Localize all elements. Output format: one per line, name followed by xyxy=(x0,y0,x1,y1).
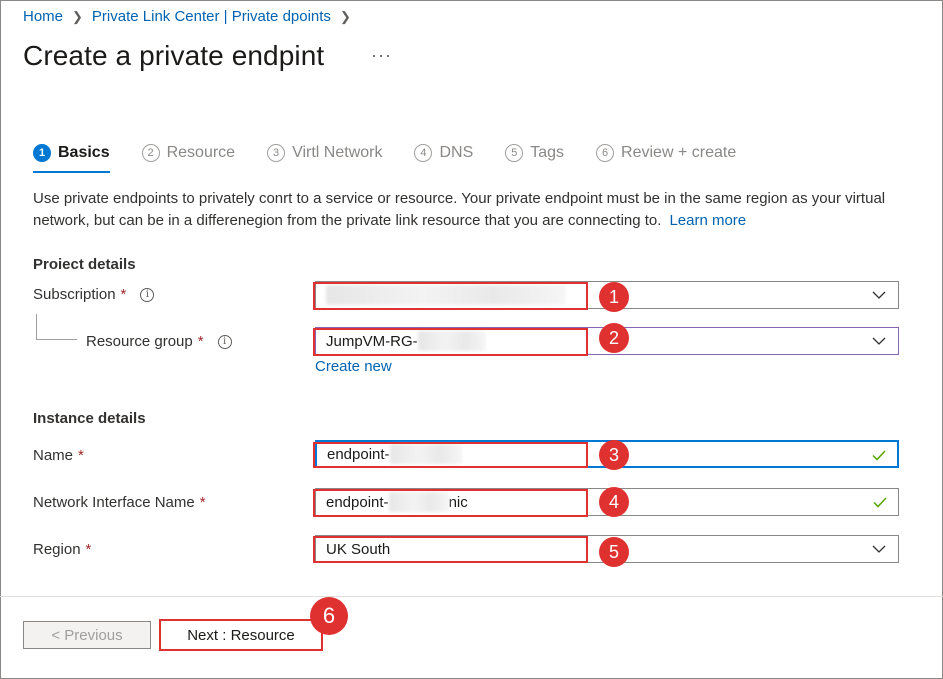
more-options-icon[interactable]: ··· xyxy=(371,45,392,66)
description-text: Use private endpoints to privately conrt… xyxy=(33,190,886,229)
required-marker: * xyxy=(120,286,127,303)
region-label: Region * xyxy=(33,541,91,558)
tab-tags[interactable]: 5 Tags xyxy=(505,141,564,165)
tab-basics[interactable]: 1 Basics xyxy=(33,141,110,173)
subscription-label-text: Subscription xyxy=(33,286,116,303)
page-description: Use private endpoints to privately conrt… xyxy=(33,188,913,232)
annotation-badge-1: 1 xyxy=(599,282,629,312)
chevron-right-icon: ❯ xyxy=(339,8,351,24)
instance-details-heading: Instance details xyxy=(33,410,146,427)
highlight-box-6 xyxy=(159,619,323,651)
project-details-heading: Proiect details xyxy=(33,256,136,273)
tab-dns[interactable]: 4 DNS xyxy=(414,141,473,165)
wizard-tabs: 1 Basics 2 Resource 3 Virtl Network 4 DN… xyxy=(33,141,768,173)
info-icon[interactable]: i xyxy=(140,287,155,302)
required-marker: * xyxy=(199,494,206,511)
tab-label: Basics xyxy=(58,144,110,161)
step-number: 6 xyxy=(596,144,615,162)
resource-group-label-text: Resource group xyxy=(86,333,193,350)
create-new-link[interactable]: Create new xyxy=(315,358,392,375)
resource-group-label: Resource group * i xyxy=(86,333,232,350)
required-marker: * xyxy=(85,541,92,558)
tree-connector xyxy=(36,339,77,340)
chevron-down-icon xyxy=(872,291,886,299)
breadcrumb-private-link-center[interactable]: Private Link Center | Private dpoints xyxy=(92,8,331,25)
highlight-box-4 xyxy=(313,489,588,517)
required-marker: * xyxy=(197,333,204,350)
step-number: 5 xyxy=(505,144,524,162)
tab-label: Tags xyxy=(530,144,565,161)
annotation-badge-5: 5 xyxy=(599,537,629,567)
name-label: Name * xyxy=(33,447,84,464)
check-icon xyxy=(872,450,886,461)
chevron-down-icon xyxy=(872,337,886,345)
breadcrumb-home[interactable]: Home xyxy=(23,8,63,25)
nic-label-text: Network Interface Name xyxy=(33,494,195,511)
tab-label: Virtl Network xyxy=(292,144,383,161)
required-marker: * xyxy=(78,447,84,464)
network-interface-name-label: Network Interface Name * xyxy=(33,494,206,511)
learn-more-link[interactable]: Learn more xyxy=(669,212,746,229)
chevron-down-icon xyxy=(872,545,886,553)
subscription-label: Subscription * i xyxy=(33,286,155,303)
breadcrumb: Home ❯ Private Link Center | Private dpo… xyxy=(23,8,360,25)
tab-label: DNS xyxy=(439,144,474,161)
highlight-box-5 xyxy=(313,536,588,563)
page-title: Create a private endpint xyxy=(23,40,325,71)
annotation-badge-6: 6 xyxy=(310,597,348,635)
step-number: 1 xyxy=(33,144,51,162)
tab-review-create[interactable]: 6 Review + create xyxy=(596,141,736,165)
annotation-badge-3: 3 xyxy=(599,440,629,470)
name-label-text: Name xyxy=(33,447,74,464)
info-icon[interactable]: i xyxy=(217,334,232,349)
footer-divider xyxy=(0,596,943,597)
tab-virtual-network[interactable]: 3 Virtl Network xyxy=(267,141,382,165)
annotation-badge-2: 2 xyxy=(599,323,629,353)
check-icon xyxy=(873,497,887,508)
tab-resource[interactable]: 2 Resource xyxy=(141,141,236,165)
highlight-box-3 xyxy=(313,442,588,468)
chevron-right-icon: ❯ xyxy=(72,8,83,24)
highlight-box-1 xyxy=(313,282,588,310)
region-label-text: Region xyxy=(33,541,81,558)
step-number: 3 xyxy=(267,144,286,162)
step-number: 4 xyxy=(414,144,433,162)
highlight-box-2 xyxy=(313,328,588,356)
tab-label: Resource xyxy=(166,144,236,161)
previous-button[interactable]: < Previous xyxy=(23,621,151,649)
tab-label: Review + create xyxy=(621,144,737,161)
tree-connector xyxy=(36,314,37,339)
step-number: 2 xyxy=(141,144,160,162)
annotation-badge-4: 4 xyxy=(599,487,629,517)
